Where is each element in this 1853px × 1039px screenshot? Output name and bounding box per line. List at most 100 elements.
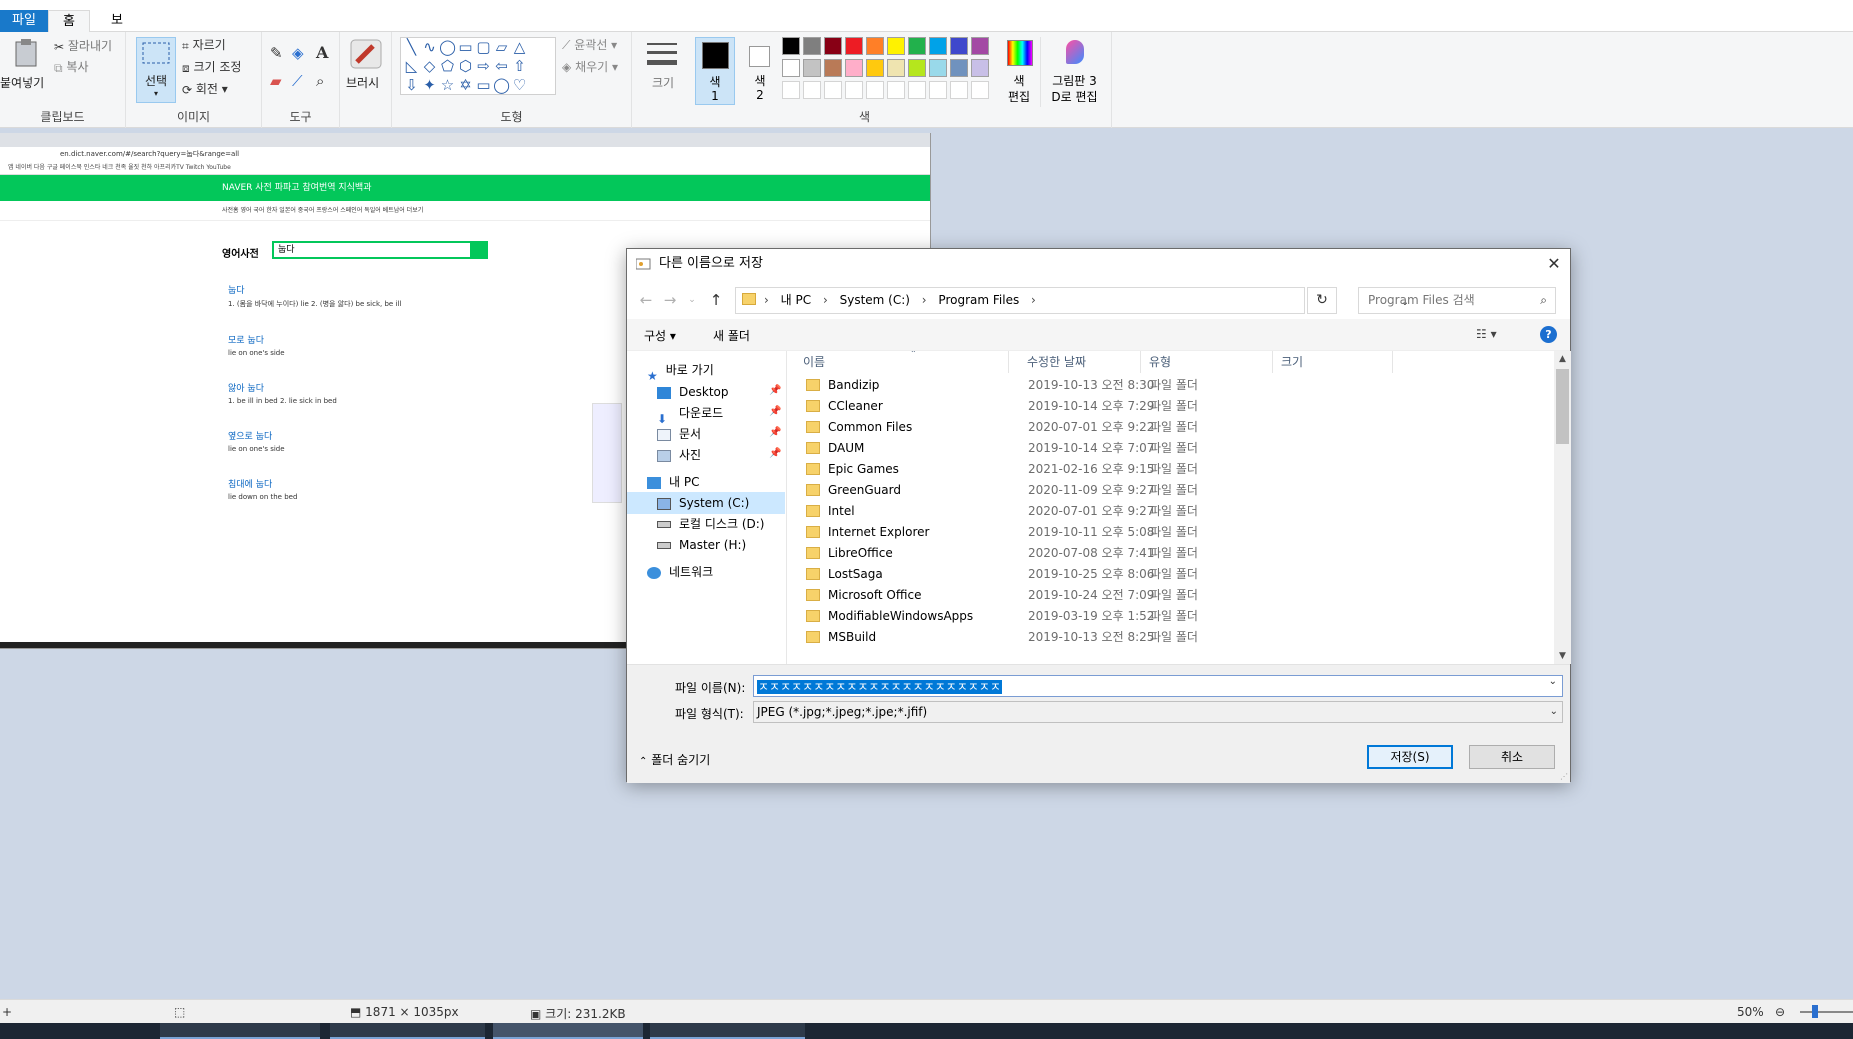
file-row[interactable]: Intel 2020-07-01 오후 9:27 파일 폴더 bbox=[789, 501, 1549, 522]
search-input[interactable]: Program Files 검색 ⌕ bbox=[1358, 287, 1556, 314]
file-row[interactable]: CCleaner 2019-10-14 오후 7:29 파일 폴더 bbox=[789, 396, 1549, 417]
taskbar-app-chrome[interactable] bbox=[160, 1023, 320, 1039]
custom-color-slot[interactable] bbox=[866, 81, 884, 99]
taskbar-app-4[interactable] bbox=[650, 1023, 805, 1039]
breadcrumb-separator[interactable]: › bbox=[1031, 288, 1036, 313]
file-row[interactable]: LostSaga 2019-10-25 오후 8:06 파일 폴더 bbox=[789, 564, 1549, 585]
color-swatch[interactable] bbox=[908, 59, 926, 77]
paste-button[interactable] bbox=[4, 38, 48, 71]
file-row[interactable]: Internet Explorer 2019-10-11 오후 5:08 파일 폴더 bbox=[789, 522, 1549, 543]
size-button[interactable]: 크기 bbox=[632, 32, 692, 128]
custom-color-slot[interactable] bbox=[950, 81, 968, 99]
column-type[interactable]: 유형 bbox=[1141, 351, 1273, 373]
color-swatch[interactable] bbox=[887, 37, 905, 55]
color-swatch[interactable] bbox=[803, 59, 821, 77]
paint3d-button[interactable]: 그림판 3 D로 편집 bbox=[1040, 37, 1108, 107]
magnifier-icon[interactable]: ⌕ bbox=[316, 72, 324, 90]
forward-arrow-icon[interactable]: → bbox=[659, 289, 681, 311]
custom-color-slot[interactable] bbox=[803, 81, 821, 99]
color-swatch[interactable] bbox=[866, 59, 884, 77]
file-row[interactable]: Bandizip 2019-10-13 오전 8:30 파일 폴더 bbox=[789, 375, 1549, 396]
close-icon[interactable]: ✕ bbox=[1538, 249, 1570, 279]
fill-button[interactable]: ◈ 채우기 ▾ bbox=[562, 58, 618, 76]
column-name[interactable]: 이름 ⌃ bbox=[789, 351, 1009, 373]
scroll-down-icon[interactable]: ▼ bbox=[1554, 648, 1571, 664]
new-folder-button[interactable]: 새 폴더 bbox=[713, 327, 750, 344]
color-swatch[interactable] bbox=[887, 59, 905, 77]
up-arrow-icon[interactable]: ↑ bbox=[705, 289, 727, 311]
color-swatch[interactable] bbox=[866, 37, 884, 55]
custom-color-slot[interactable] bbox=[908, 81, 926, 99]
cut-button[interactable]: ✂ 잘라내기 bbox=[54, 37, 112, 56]
breadcrumb-system-c[interactable]: System (C:) bbox=[840, 288, 910, 313]
color-swatch[interactable] bbox=[950, 37, 968, 55]
chevron-down-icon[interactable]: ⌄ bbox=[1548, 676, 1558, 687]
nav-master-h[interactable]: Master (H:) bbox=[657, 534, 746, 556]
hide-folders-toggle[interactable]: ⌃ 폴더 숨기기 bbox=[639, 751, 710, 768]
zoom-slider[interactable] bbox=[1800, 1011, 1853, 1013]
filename-input[interactable]: ㅈㅈㅈㅈㅈㅈㅈㅈㅈㅈㅈㅈㅈㅈㅈㅈㅈㅈㅈㅈㅈㅈ ⌄ bbox=[753, 675, 1563, 697]
color2-button[interactable]: 색 2 bbox=[740, 37, 780, 105]
shapes-gallery[interactable]: ╲ ∿ ◯ ▭ ▢ ▱ △ ◺ ◇ ⬠ ⬡ ⇨ ⇦ ⇧ ⇩ ✦ ☆ ✡ ▭ ◯ ♡ bbox=[400, 37, 556, 95]
view-options-icon[interactable]: ☷ ▾ bbox=[1476, 327, 1497, 341]
nav-downloads[interactable]: ⬇ 다운로드 bbox=[657, 402, 723, 426]
vertical-scrollbar[interactable]: ▲ ▼ bbox=[1554, 351, 1571, 664]
resize-grip-icon[interactable]: ⋰ bbox=[1560, 772, 1568, 781]
help-icon[interactable]: ? bbox=[1540, 326, 1557, 343]
color-swatch[interactable] bbox=[803, 37, 821, 55]
filetype-select[interactable]: JPEG (*.jpg;*.jpeg;*.jpe;*.jfif) ⌄ bbox=[753, 701, 1563, 723]
cancel-button[interactable]: 취소 bbox=[1469, 745, 1555, 769]
taskbar-app-2[interactable] bbox=[330, 1023, 485, 1039]
color-swatch[interactable] bbox=[950, 59, 968, 77]
resize-button[interactable]: ⧈ 크기 조정 bbox=[182, 58, 241, 77]
color-picker-icon[interactable]: ⟋ bbox=[292, 72, 303, 90]
recent-dropdown-icon[interactable]: ⌄ bbox=[681, 289, 703, 311]
tab-view[interactable]: 보기 bbox=[96, 10, 138, 50]
fill-bucket-icon[interactable]: ◈ bbox=[292, 44, 304, 62]
color-swatch[interactable] bbox=[908, 37, 926, 55]
color-swatch[interactable] bbox=[824, 59, 842, 77]
zoom-out-button[interactable]: ⊖ bbox=[1775, 1005, 1785, 1019]
text-tool-icon[interactable]: A bbox=[316, 44, 328, 62]
edit-colors-button[interactable]: 색 편집 bbox=[999, 37, 1039, 107]
nav-local-d[interactable]: 로컬 디스크 (D:) bbox=[657, 513, 764, 535]
color1-button[interactable]: 색 1 bbox=[695, 37, 735, 105]
color-swatch[interactable] bbox=[782, 59, 800, 77]
nav-system-c[interactable]: System (C:) bbox=[627, 492, 785, 514]
brushes-group[interactable]: 브러시 bbox=[340, 32, 392, 128]
tab-home[interactable]: 홈 bbox=[48, 10, 90, 32]
eraser-icon[interactable]: ▰ bbox=[270, 72, 282, 90]
breadcrumb-this-pc[interactable]: 내 PC bbox=[781, 288, 811, 313]
breadcrumb-program-files[interactable]: Program Files bbox=[938, 288, 1019, 313]
taskbar-app-paint[interactable] bbox=[493, 1023, 643, 1039]
color-swatch[interactable] bbox=[971, 37, 989, 55]
color-swatch[interactable] bbox=[929, 59, 947, 77]
color-swatch[interactable] bbox=[782, 37, 800, 55]
file-row[interactable]: Microsoft Office 2019-10-24 오전 7:09 파일 폴더 bbox=[789, 585, 1549, 606]
color-swatch[interactable] bbox=[845, 37, 863, 55]
organize-button[interactable]: 구성 ▾ bbox=[644, 327, 676, 344]
file-row[interactable]: Epic Games 2021-02-16 오후 9:15 파일 폴더 bbox=[789, 459, 1549, 480]
file-row[interactable]: ModifiableWindowsApps 2019-03-19 오후 1:52 파… bbox=[789, 606, 1549, 627]
rotate-button[interactable]: ⟳ 회전 ▾ bbox=[182, 80, 228, 99]
custom-color-slot[interactable] bbox=[845, 81, 863, 99]
nav-quick-access[interactable]: ★ 바로 가기 bbox=[647, 359, 714, 383]
tab-file[interactable]: 파일 bbox=[0, 10, 48, 32]
color-swatch[interactable] bbox=[929, 37, 947, 55]
address-bar[interactable]: › 내 PC › System (C:) › Program Files › ⌄ bbox=[735, 287, 1409, 314]
save-button[interactable]: 저장(S) bbox=[1367, 745, 1453, 769]
column-modified[interactable]: 수정한 날짜 bbox=[1019, 351, 1141, 373]
nav-network[interactable]: 네트워크 bbox=[647, 561, 713, 583]
scrollbar-thumb[interactable] bbox=[1556, 369, 1569, 444]
color-swatch[interactable] bbox=[971, 59, 989, 77]
custom-color-slot[interactable] bbox=[782, 81, 800, 99]
refresh-icon[interactable]: ↻ bbox=[1307, 287, 1337, 314]
file-row[interactable]: DAUM 2019-10-14 오후 7:07 파일 폴더 bbox=[789, 438, 1549, 459]
color-swatch[interactable] bbox=[845, 59, 863, 77]
color-swatch[interactable] bbox=[824, 37, 842, 55]
custom-color-slot[interactable] bbox=[971, 81, 989, 99]
file-row[interactable]: GreenGuard 2020-11-09 오후 9:27 파일 폴더 bbox=[789, 480, 1549, 501]
pencil-icon[interactable]: ✎ bbox=[270, 44, 283, 62]
file-row[interactable]: Common Files 2020-07-01 오후 9:22 파일 폴더 bbox=[789, 417, 1549, 438]
custom-color-slot[interactable] bbox=[887, 81, 905, 99]
